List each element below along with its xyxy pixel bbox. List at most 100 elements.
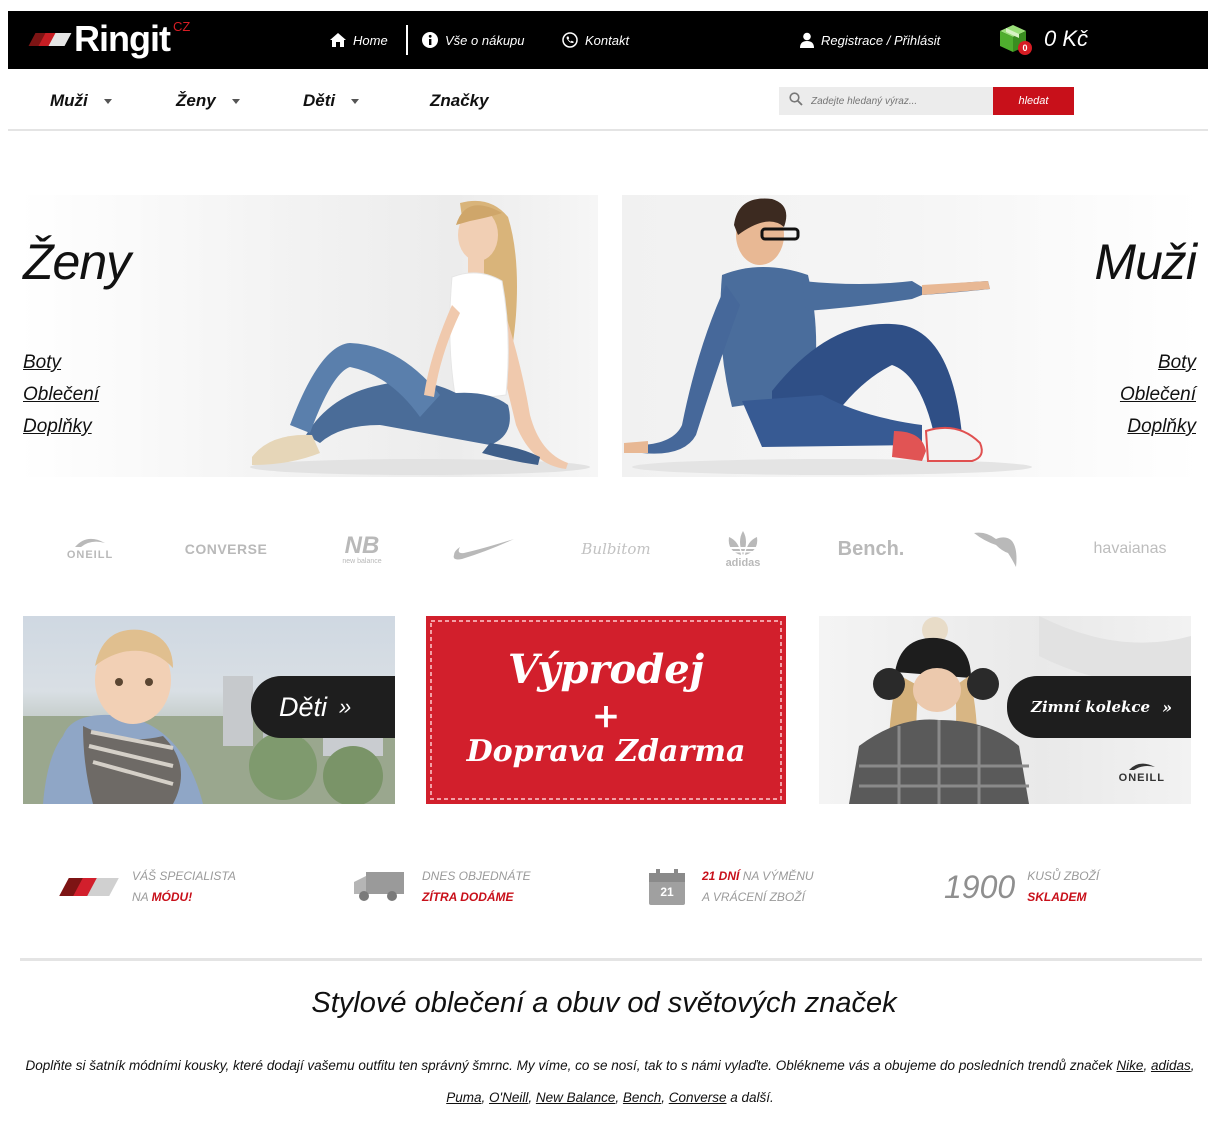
about-link-puma[interactable]: Puma — [446, 1090, 481, 1105]
brand-nike[interactable] — [448, 521, 520, 577]
nav-separator — [406, 25, 408, 55]
brand-adidas-label: adidas — [725, 557, 761, 569]
category-brands-label: Značky — [430, 91, 489, 110]
oneill-wave-icon — [1128, 763, 1155, 770]
hero-men[interactable]: Muži Boty Oblečení Doplňky — [622, 195, 1200, 477]
feature-specialist: Váš specialista na módu! — [59, 866, 236, 908]
feature-specialist-line2: na — [132, 890, 152, 904]
top-bar: Ringit CZ Home Vše o nákupu Kontakt Regi… — [8, 11, 1208, 69]
category-kids[interactable]: Děti — [303, 91, 360, 111]
features-row: Váš specialista na módu! Dnes objednáte … — [20, 862, 1200, 922]
brand-new-balance[interactable]: NB new balance — [326, 521, 398, 577]
brand-bulbitom[interactable]: Bulbitom — [570, 521, 662, 577]
search-box — [779, 87, 993, 115]
brand-adidas[interactable]: adidas — [710, 521, 776, 577]
about-title: Stylové oblečení a obuv od světových zna… — [311, 987, 897, 1019]
ringit-mark-icon — [59, 872, 122, 902]
about-link-new-balance[interactable]: New Balance — [536, 1090, 616, 1105]
chevron-down-icon — [351, 98, 360, 104]
brand-converse[interactable]: CONVERSE — [180, 521, 272, 577]
category-men[interactable]: Muži — [50, 91, 112, 111]
hero-men-link-accessories[interactable]: Doplňky — [1127, 415, 1196, 439]
brand-havaianas[interactable]: havaianas — [1080, 521, 1180, 577]
brand-oneill-label: ONEILL — [66, 549, 114, 561]
nav-home[interactable]: Home — [330, 11, 388, 69]
nav-about[interactable]: Vše o nákupu — [422, 11, 525, 69]
section-divider — [20, 958, 1202, 961]
double-chevron-right-icon: » — [339, 694, 352, 719]
home-icon — [330, 33, 346, 47]
about-link-converse[interactable]: Converse — [669, 1090, 727, 1105]
about-link-adidas[interactable]: adidas — [1151, 1058, 1191, 1073]
nav-contact-label: Kontakt — [585, 32, 630, 48]
brand-bench-label: Bench. — [837, 537, 905, 560]
feature-stock: 1900 kusů zboží skladem — [944, 866, 1099, 908]
nav-about-label: Vše o nákupu — [445, 32, 525, 48]
search-input[interactable] — [811, 95, 991, 107]
cart-button[interactable]: 0 0 Kč — [996, 21, 1088, 57]
promo-winter[interactable]: Zimní kolekce » ONEILL — [819, 616, 1191, 804]
about-link-oneill[interactable]: O'Neill — [489, 1090, 528, 1105]
feature-returns-line1: na výměnu — [739, 869, 814, 883]
user-icon — [800, 32, 814, 48]
nav-account-label: Registrace / Přihlásit — [821, 32, 941, 48]
hero-men-link-shoes[interactable]: Boty — [1158, 351, 1196, 375]
truck-icon — [352, 868, 406, 907]
search-button[interactable]: hledat — [993, 87, 1074, 115]
logo-text: Ringit — [74, 18, 171, 59]
chevron-down-icon — [103, 98, 112, 104]
logo[interactable]: Ringit CZ — [28, 17, 191, 61]
cart-count-badge: 0 — [1018, 41, 1032, 55]
puma-cat-icon — [974, 532, 1017, 567]
brand-havaianas-label: havaianas — [1093, 540, 1167, 557]
category-brands[interactable]: Značky — [430, 91, 489, 111]
feature-stock-number: 1900 — [944, 868, 1016, 905]
hero-women-title: Ženy — [23, 234, 131, 290]
phone-icon — [562, 32, 578, 48]
hero-women[interactable]: Ženy Boty Oblečení Doplňky — [20, 195, 598, 477]
feature-specialist-highlight: módu! — [151, 890, 193, 904]
hero-women-link-clothing[interactable]: Oblečení — [23, 383, 99, 407]
info-icon — [422, 32, 438, 48]
hero-men-link-clothing[interactable]: Oblečení — [1120, 383, 1196, 407]
chevron-down-icon — [231, 98, 240, 104]
calendar-day: 21 — [660, 885, 674, 899]
cart-icon: 0 — [996, 21, 1032, 57]
promo-sale[interactable]: Výprodej + Doprava Zdarma — [426, 616, 786, 804]
brand-puma[interactable] — [968, 521, 1028, 577]
promo-winter-button[interactable]: Zimní kolekce » — [1007, 676, 1191, 738]
feature-returns-highlight: 21 dní — [702, 869, 740, 883]
oneill-wave-icon — [75, 538, 105, 547]
category-women[interactable]: Ženy — [176, 91, 240, 111]
brand-bench[interactable]: Bench. — [826, 521, 916, 577]
feature-stock-highlight: skladem — [1027, 890, 1087, 904]
category-women-label: Ženy — [176, 91, 216, 110]
calendar-icon: 21 — [648, 868, 686, 906]
nav-account[interactable]: Registrace / Přihlásit — [800, 11, 940, 69]
brand-strip: ONEILL CONVERSE NB new balance Bulbitom … — [20, 521, 1200, 577]
nav-contact[interactable]: Kontakt — [562, 11, 629, 69]
promo-sale-subtitle: Doprava Zdarma — [466, 734, 746, 769]
promo-kids[interactable]: Děti » — [23, 616, 395, 804]
feature-stock-line1: kusů zboží — [1027, 869, 1100, 883]
promo-winter-label: Zimní kolekce — [1031, 698, 1151, 716]
ringit-mark-icon — [28, 30, 72, 48]
about-text-start: Doplňte si šatník módními kousky, které … — [25, 1058, 1117, 1073]
feature-delivery-line1: Dnes objednáte — [422, 869, 531, 883]
promo-kids-button[interactable]: Děti » — [251, 676, 395, 738]
logo-suffix: CZ — [172, 18, 191, 34]
about-link-bench[interactable]: Bench — [623, 1090, 661, 1105]
category-kids-label: Děti — [303, 91, 336, 110]
feature-specialist-line1: Váš specialista — [132, 869, 236, 883]
brand-bulbitom-label: Bulbitom — [581, 540, 651, 558]
promo-sale-title: Výprodej — [507, 646, 705, 693]
promo-winter-brand-label: ONEILL — [1118, 772, 1165, 784]
nav-home-label: Home — [353, 32, 388, 48]
brand-oneill[interactable]: ONEILL — [50, 521, 130, 577]
hero-women-link-accessories[interactable]: Doplňky — [23, 415, 92, 439]
cart-total: 0 Kč — [1044, 26, 1089, 51]
hero-women-link-shoes[interactable]: Boty — [23, 351, 61, 375]
feature-returns-line2: a vrácení zboží — [702, 890, 805, 904]
about-link-nike[interactable]: Nike — [1116, 1058, 1143, 1073]
about-text-end: a další. — [726, 1090, 774, 1105]
